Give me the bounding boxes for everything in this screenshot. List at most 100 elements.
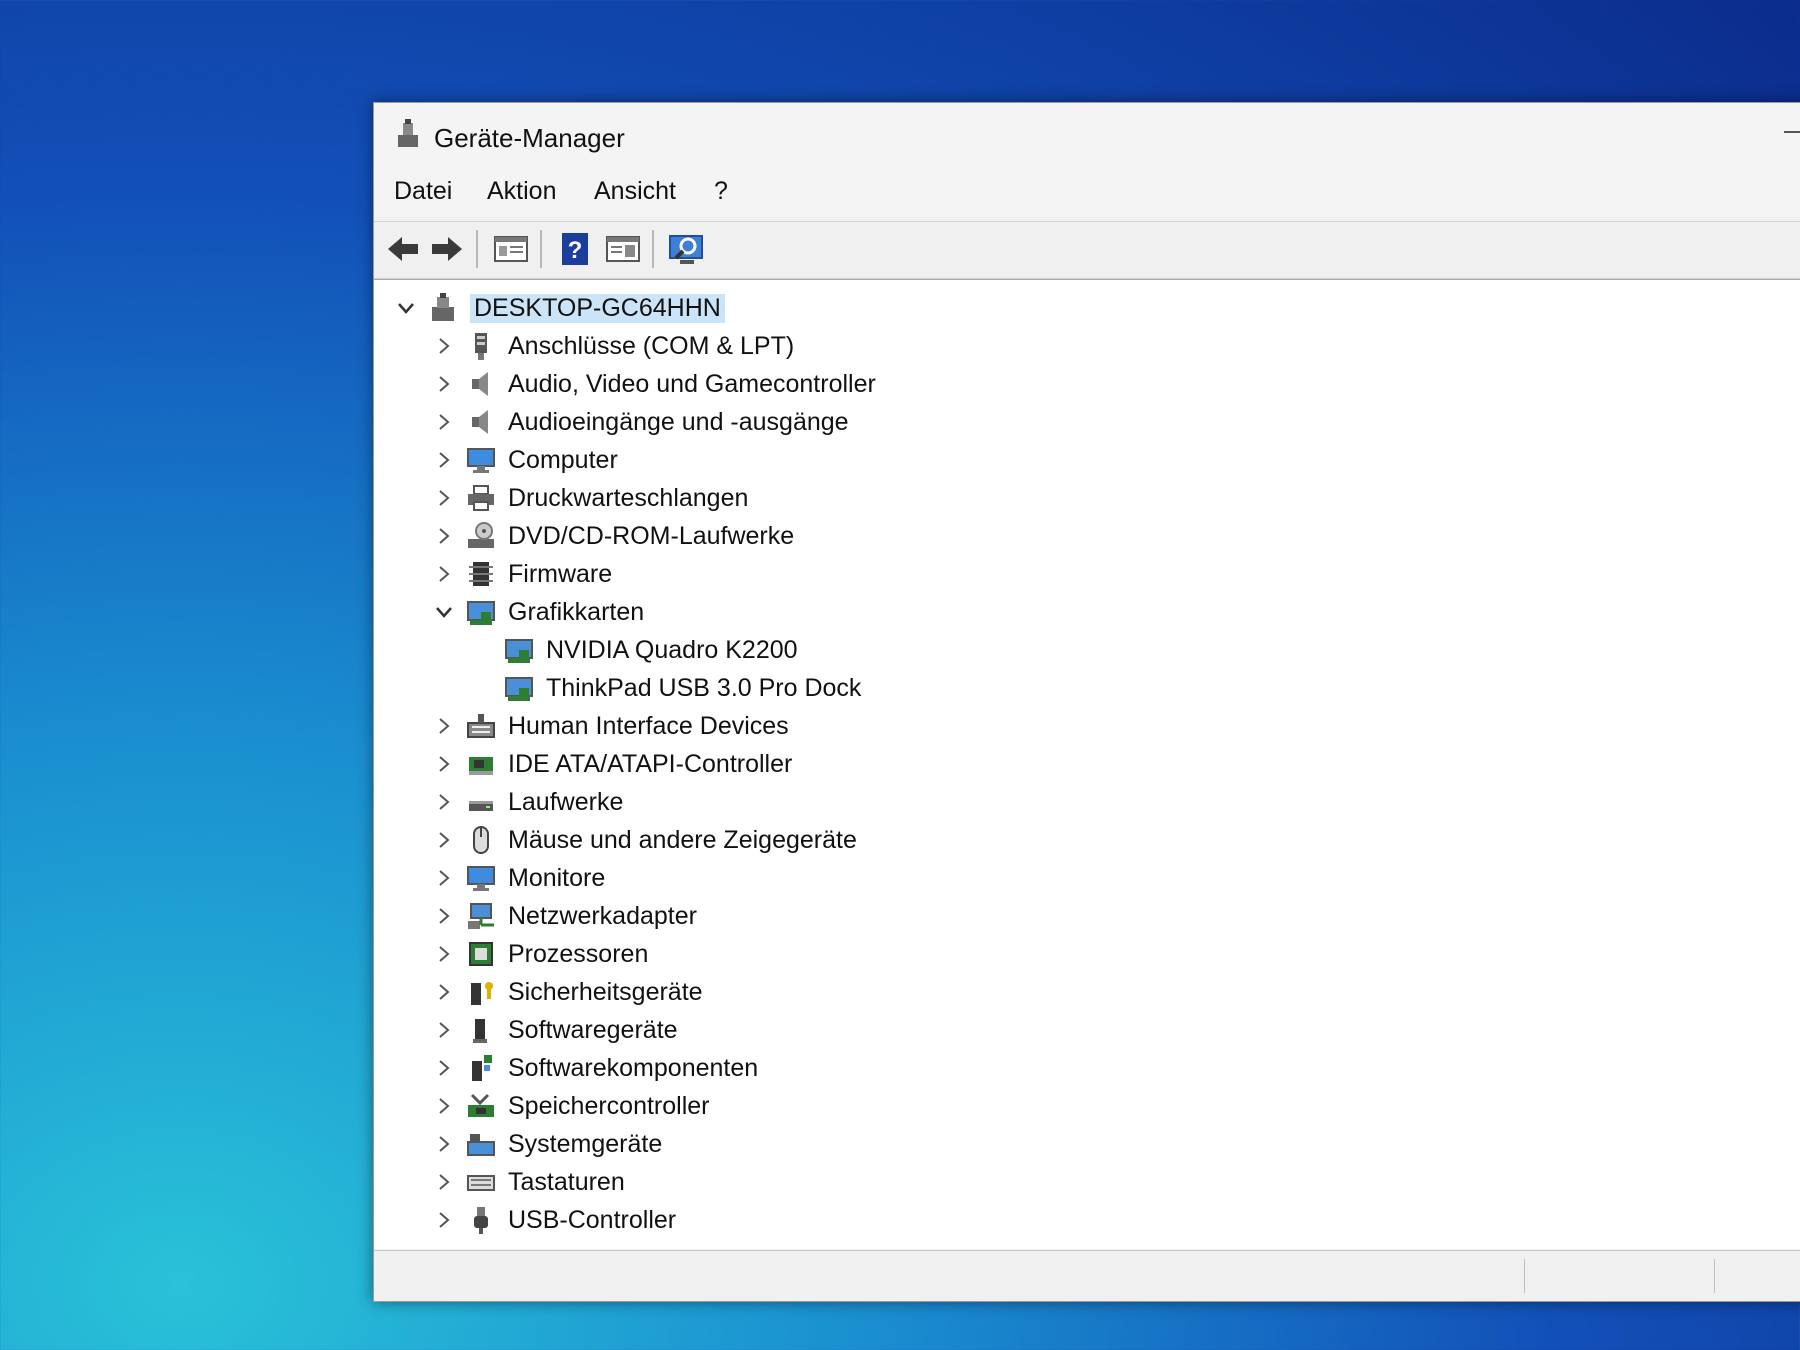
chip-icon <box>466 559 496 589</box>
chevron-right-icon[interactable] <box>432 524 456 548</box>
back-icon[interactable] <box>384 230 422 268</box>
tree-category-node[interactable]: Prozessoren <box>432 936 648 972</box>
menu-datei[interactable]: Datei <box>394 177 452 206</box>
speaker-icon <box>466 369 496 399</box>
tree-category-node[interactable]: Audioeingänge und -ausgänge <box>432 404 849 440</box>
monitor-icon <box>466 445 496 475</box>
chevron-right-icon[interactable] <box>432 942 456 966</box>
tree-node-label: Mäuse und andere Zeigegeräte <box>508 825 857 854</box>
chevron-right-icon[interactable] <box>432 1132 456 1156</box>
toolbar-separator <box>652 230 654 268</box>
tree-device-node[interactable]: ThinkPad USB 3.0 Pro Dock <box>470 670 861 706</box>
tree-category-node[interactable]: Monitore <box>432 860 605 896</box>
chevron-right-icon[interactable] <box>432 904 456 928</box>
chevron-right-icon[interactable] <box>432 752 456 776</box>
controller-card-icon <box>466 749 496 779</box>
toolbar-separator <box>540 230 542 268</box>
tree-category-node[interactable]: Speichercontroller <box>432 1088 710 1124</box>
chevron-right-icon[interactable] <box>432 1170 456 1194</box>
tree-root-node[interactable]: DESKTOP-GC64HHN <box>394 290 725 326</box>
tree-category-node[interactable]: Laufwerke <box>432 784 623 820</box>
menu-ansicht[interactable]: Ansicht <box>594 177 676 206</box>
properties-icon[interactable] <box>492 230 530 268</box>
display-adapter-icon <box>504 673 534 703</box>
chevron-right-icon[interactable] <box>432 980 456 1004</box>
menu-help[interactable]: ? <box>714 177 728 206</box>
scan-hardware-icon[interactable] <box>668 230 706 268</box>
chevron-right-icon[interactable] <box>432 1018 456 1042</box>
tree-category-node[interactable]: Grafikkarten <box>432 594 644 630</box>
tree-node-label: Anschlüsse (COM & LPT) <box>508 331 795 360</box>
keyboard-icon <box>466 1167 496 1197</box>
menu-aktion[interactable]: Aktion <box>487 177 556 206</box>
device-tree[interactable]: DESKTOP-GC64HHN Anschlüsse (COM & LPT) Aud… <box>374 279 1800 1249</box>
chevron-right-icon[interactable] <box>432 714 456 738</box>
tree-node-label: Grafikkarten <box>508 597 645 626</box>
monitor-icon <box>466 863 496 893</box>
software-component-icon <box>466 1053 496 1083</box>
chevron-right-icon[interactable] <box>432 486 456 510</box>
window-title: Geräte-Manager <box>434 123 625 153</box>
forward-icon[interactable] <box>428 230 466 268</box>
tree-category-node[interactable]: USB-Controller <box>432 1202 676 1238</box>
status-separator <box>1714 1259 1715 1293</box>
minimize-button[interactable] <box>1784 131 1800 133</box>
network-icon <box>466 901 496 931</box>
dvd-drive-icon <box>466 521 496 551</box>
tree-node-label: USB-Controller <box>508 1205 677 1234</box>
chevron-right-icon[interactable] <box>432 828 456 852</box>
tree-category-node[interactable]: Mäuse und andere Zeigegeräte <box>432 822 857 858</box>
tree-node-label: Prozessoren <box>508 939 649 968</box>
view-icon[interactable] <box>604 230 642 268</box>
computer-icon <box>428 293 458 323</box>
device-manager-window: Geräte-Manager Datei Aktion Ansicht ? ? <box>373 102 1800 1302</box>
tree-category-node[interactable]: Tastaturen <box>432 1164 625 1200</box>
mouse-icon <box>466 825 496 855</box>
tree-category-node[interactable]: IDE ATA/ATAPI-Controller <box>432 746 792 782</box>
chevron-right-icon[interactable] <box>432 334 456 358</box>
chevron-right-icon[interactable] <box>432 790 456 814</box>
tree-node-label: Systemgeräte <box>508 1129 663 1158</box>
tree-category-node[interactable]: Human Interface Devices <box>432 708 789 744</box>
tree-category-node[interactable]: Netzwerkadapter <box>432 898 697 934</box>
tree-node-label: Sicherheitsgeräte <box>508 977 703 1006</box>
chevron-right-icon[interactable] <box>432 1094 456 1118</box>
processor-icon <box>466 939 496 969</box>
security-device-icon <box>466 977 496 1007</box>
tree-device-node[interactable]: NVIDIA Quadro K2200 <box>470 632 798 668</box>
status-separator <box>1524 1259 1525 1293</box>
chevron-right-icon[interactable] <box>432 410 456 434</box>
status-bar <box>374 1250 1800 1301</box>
tree-node-label: Tastaturen <box>508 1167 625 1196</box>
help-icon[interactable]: ? <box>556 230 594 268</box>
tree-node-label: Computer <box>508 445 618 474</box>
chevron-right-icon[interactable] <box>432 866 456 890</box>
tree-node-label: Audioeingänge und -ausgänge <box>508 407 849 436</box>
hid-icon <box>466 711 496 741</box>
tree-category-node[interactable]: Computer <box>432 442 618 478</box>
chevron-right-icon[interactable] <box>432 562 456 586</box>
tree-category-node[interactable]: Sicherheitsgeräte <box>432 974 703 1010</box>
tree-node-label: Softwaregeräte <box>508 1015 678 1044</box>
chevron-down-icon[interactable] <box>432 600 456 624</box>
tree-category-node[interactable]: Audio, Video und Gamecontroller <box>432 366 876 402</box>
tree-category-node[interactable]: Firmware <box>432 556 612 592</box>
chevron-right-icon[interactable] <box>432 1056 456 1080</box>
tree-node-label: DVD/CD-ROM-Laufwerke <box>508 521 795 550</box>
tree-category-node[interactable]: Softwarekomponenten <box>432 1050 758 1086</box>
tree-node-label: Laufwerke <box>508 787 624 816</box>
tree-category-node[interactable]: Systemgeräte <box>432 1126 662 1162</box>
chevron-right-icon[interactable] <box>432 1208 456 1232</box>
tree-category-node[interactable]: Anschlüsse (COM & LPT) <box>432 328 794 364</box>
chevron-right-icon[interactable] <box>432 448 456 472</box>
chevron-down-icon[interactable] <box>394 296 418 320</box>
title-bar[interactable]: Geräte-Manager <box>374 103 1800 165</box>
chevron-right-icon[interactable] <box>432 372 456 396</box>
menu-bar: Datei Aktion Ansicht ? <box>374 165 1800 217</box>
tree-category-node[interactable]: Softwaregeräte <box>432 1012 678 1048</box>
tree-category-node[interactable]: DVD/CD-ROM-Laufwerke <box>432 518 794 554</box>
tree-node-label: Human Interface Devices <box>508 711 789 740</box>
device-manager-app-icon <box>398 119 418 147</box>
tree-category-node[interactable]: Druckwarteschlangen <box>432 480 748 516</box>
